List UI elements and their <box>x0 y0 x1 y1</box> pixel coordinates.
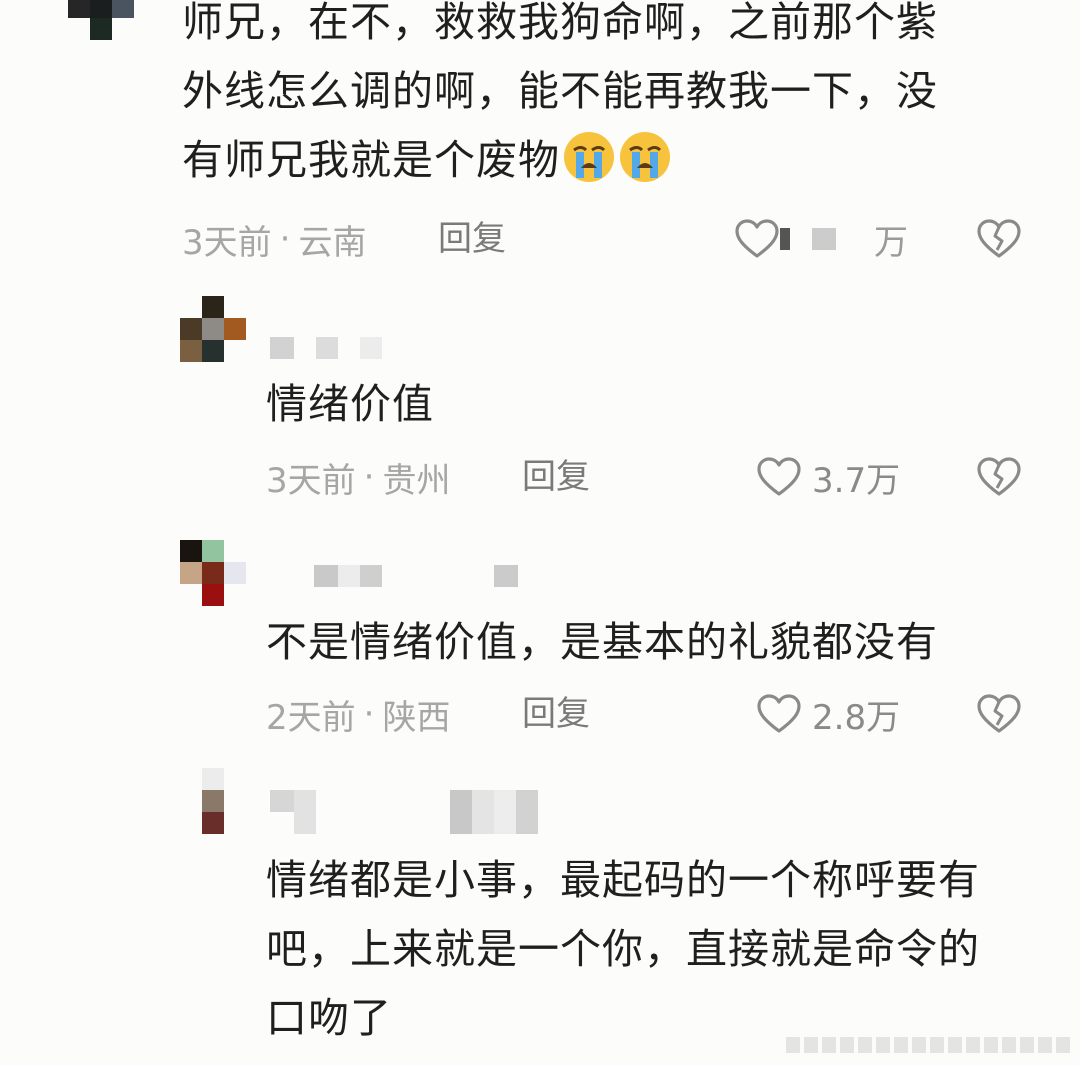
loudly-crying-face-emoji <box>618 130 672 205</box>
like-count: 3.7万 <box>812 460 901 501</box>
comment-meta: 2天前 · 陕西 <box>266 689 450 739</box>
reply-button[interactable]: 回复 <box>438 214 506 264</box>
comment-location: 陕西 <box>382 697 451 738</box>
heart-outline-icon <box>756 456 802 498</box>
comment-time: 3天前 <box>266 460 356 501</box>
comment-location: 贵州 <box>382 460 451 501</box>
reply-button[interactable]: 回复 <box>522 452 590 502</box>
dislike-button[interactable] <box>976 689 1022 739</box>
like-button[interactable]: 万 <box>734 214 908 264</box>
avatar[interactable] <box>202 768 224 834</box>
broken-heart-icon <box>976 693 1022 735</box>
like-count: 2.8万 <box>812 697 901 738</box>
heart-outline-icon <box>756 693 802 735</box>
avatar[interactable] <box>68 0 134 40</box>
reply-button[interactable]: 回复 <box>522 689 590 739</box>
loudly-crying-face-emoji <box>562 130 616 205</box>
redacted-username <box>270 336 382 360</box>
like-button[interactable]: 2.8万 <box>756 689 900 739</box>
dislike-button[interactable] <box>976 214 1022 264</box>
broken-heart-icon <box>976 218 1022 260</box>
watermark <box>786 1037 1070 1053</box>
redacted-like-count <box>780 228 836 250</box>
comment-text: 情绪价值 <box>266 380 434 428</box>
redacted-username <box>270 790 538 834</box>
dislike-button[interactable] <box>976 452 1022 502</box>
like-count: 万 <box>874 222 908 263</box>
redacted-username <box>314 564 518 588</box>
like-button[interactable]: 3.7万 <box>756 452 900 502</box>
comment-time: 3天前 <box>182 222 272 263</box>
broken-heart-icon <box>976 456 1022 498</box>
heart-outline-icon <box>734 218 780 260</box>
avatar[interactable] <box>180 296 246 362</box>
comment-meta: 3天前 · 云南 <box>182 214 366 264</box>
comment-location: 云南 <box>298 222 367 263</box>
comment-meta: 3天前 · 贵州 <box>266 452 450 502</box>
comment-text: 师兄，在不，救救我狗命啊，之前那个紫 外线怎么调的啊，能不能再教我一下，没 有师… <box>182 0 1062 205</box>
comment-text: 情绪都是小事，最起码的一个称呼要有 吧，上来就是一个你，直接就是命令的 口吻了 <box>266 856 980 1042</box>
avatar[interactable] <box>180 540 246 606</box>
comment-time: 2天前 <box>266 697 356 738</box>
comment-text: 不是情绪价值，是基本的礼貌都没有 <box>266 618 938 666</box>
